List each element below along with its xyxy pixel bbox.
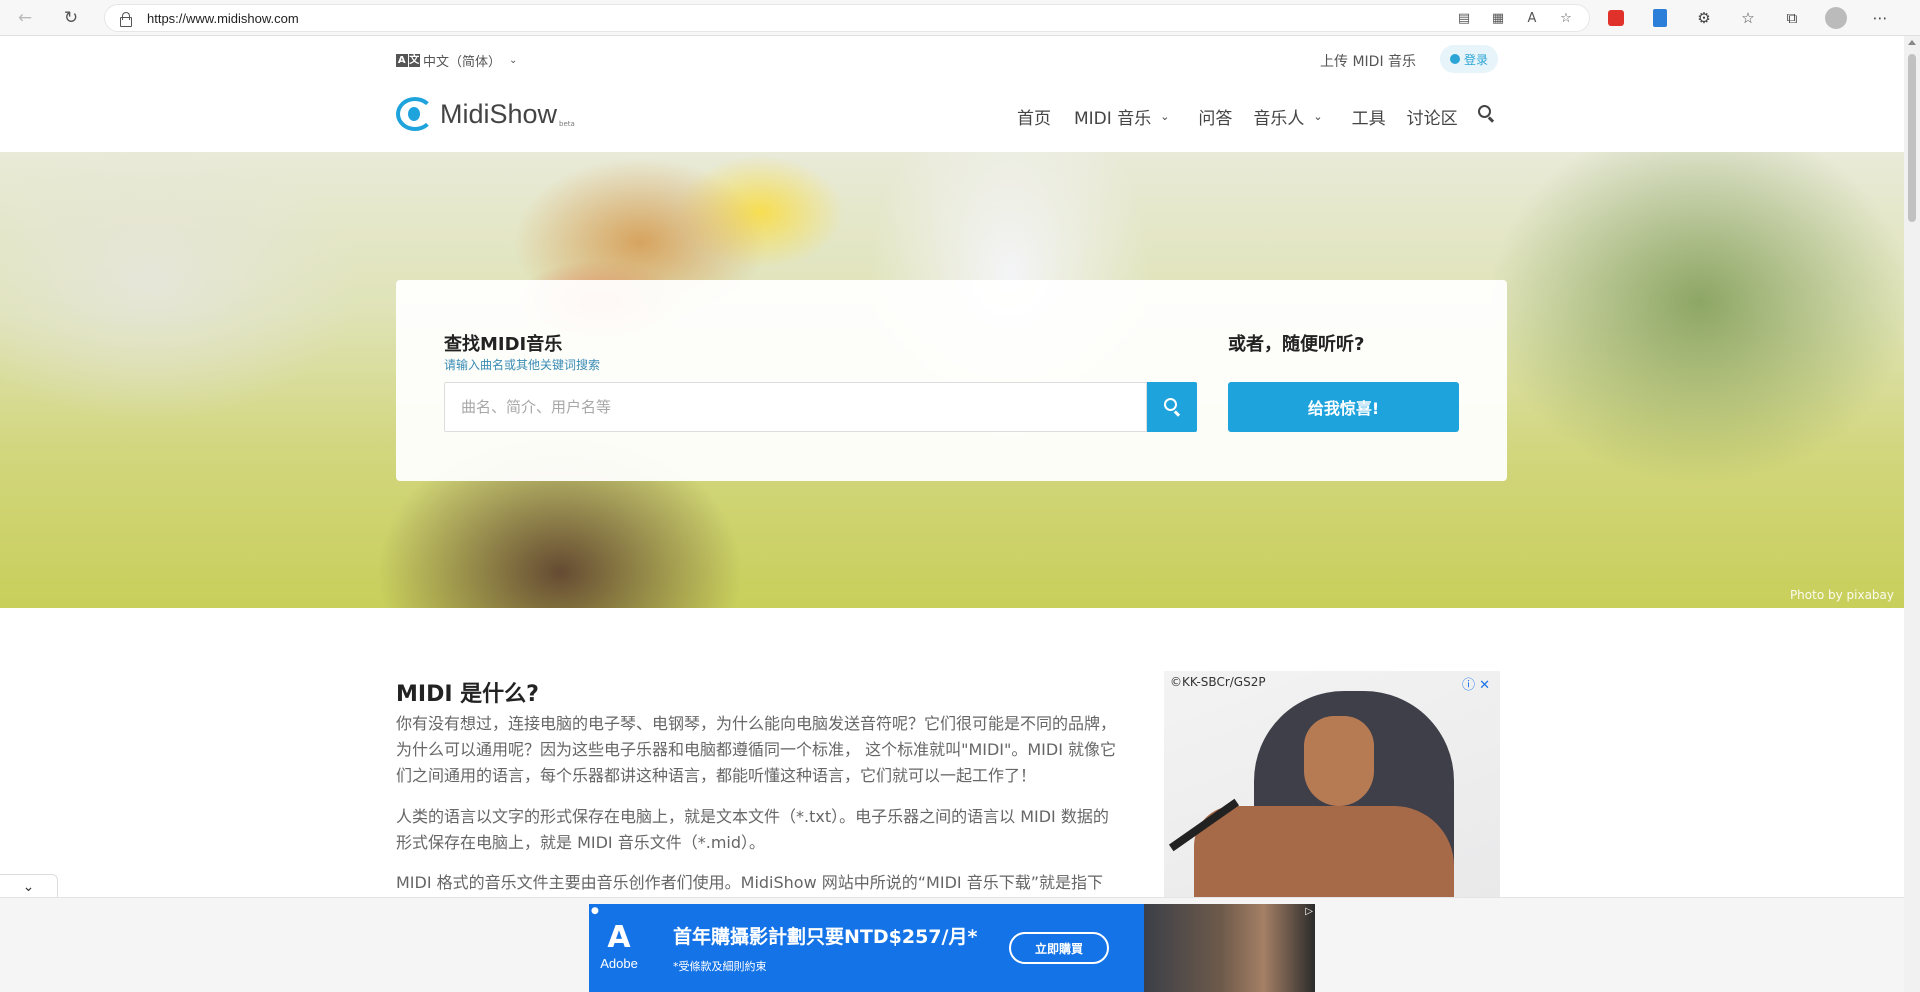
language-label: 中文（简体） bbox=[423, 55, 502, 70]
login-button[interactable]: 登录 bbox=[1440, 45, 1499, 73]
favorites-icon[interactable]: ☆ bbox=[1736, 6, 1760, 30]
paragraph: MIDI 格式的音乐文件主要由音乐创作者们使用。MidiShow 网站中所说的“… bbox=[396, 873, 1103, 892]
main-nav: 首页 MIDI 音乐 ⌄ 问答 音乐人 ⌄ 工具 讨论区 bbox=[1017, 104, 1458, 129]
nav-item-label: 问答 bbox=[1198, 109, 1233, 129]
browser-toolbar: ← ↻ https://www.midishow.com ▤ ▦ A ☆ ⚙ ☆… bbox=[0, 0, 1920, 36]
language-switcher[interactable]: A文 中文（简体） ⌄ bbox=[396, 51, 517, 70]
page-scrollbar[interactable] bbox=[1904, 36, 1920, 992]
extension-red-icon[interactable] bbox=[1604, 6, 1628, 30]
search-subtitle: 请输入曲名或其他关键词搜索 bbox=[444, 358, 601, 372]
paragraph: 你有没有想过，连接电脑的电子琴、电钢琴，为什么能向电脑发送音符呢？它们很可能是不… bbox=[396, 714, 1117, 785]
lock-icon[interactable] bbox=[119, 11, 132, 27]
nav-item-forum[interactable]: 讨论区 bbox=[1407, 104, 1458, 129]
ad-close-icon[interactable]: ⓘ ✕ bbox=[1462, 674, 1490, 693]
search-input[interactable] bbox=[444, 382, 1147, 432]
url-text[interactable]: https://www.midishow.com bbox=[147, 11, 299, 26]
favorite-add-icon[interactable]: ☆ bbox=[1557, 9, 1575, 27]
nav-item-tools[interactable]: 工具 bbox=[1352, 104, 1386, 129]
nav-item-label: MIDI 音乐 bbox=[1074, 109, 1152, 129]
profile-icon[interactable] bbox=[1824, 6, 1848, 30]
side-ad[interactable]: ©KK-SBCr/GS2P ⓘ ✕ bbox=[1164, 671, 1500, 897]
back-icon[interactable]: ← bbox=[12, 5, 38, 31]
address-bar[interactable]: https://www.midishow.com ▤ ▦ A ☆ bbox=[104, 4, 1590, 32]
adobe-logo-icon: A bbox=[607, 920, 631, 955]
search-button[interactable] bbox=[1147, 382, 1197, 432]
ad-headline: 首年購攝影計劃只要NTD$257/月* bbox=[673, 926, 978, 948]
refresh-icon[interactable]: ↻ bbox=[58, 5, 84, 31]
read-aloud-icon[interactable]: A bbox=[1523, 9, 1541, 27]
nav-item-midi-music[interactable]: MIDI 音乐 ⌄ bbox=[1074, 104, 1169, 129]
chevron-down-icon: ⌄ bbox=[509, 55, 518, 66]
immersive-reader-icon[interactable]: ▤ bbox=[1455, 9, 1473, 27]
search-icon bbox=[1164, 398, 1177, 411]
scrollbar-thumb[interactable] bbox=[1908, 54, 1916, 222]
extensions-icon[interactable]: ⚙ bbox=[1692, 6, 1716, 30]
ad-credit: ©KK-SBCr/GS2P bbox=[1170, 675, 1266, 689]
collapse-ad-button[interactable]: ⌄ bbox=[0, 874, 58, 898]
scroll-up-icon[interactable] bbox=[1908, 40, 1916, 45]
login-label: 登录 bbox=[1464, 52, 1489, 67]
extension-blue-icon[interactable] bbox=[1648, 6, 1672, 30]
page-title: MIDI 是什么? bbox=[396, 682, 539, 707]
user-icon bbox=[1450, 54, 1460, 64]
nav-item-label: 音乐人 bbox=[1253, 109, 1305, 129]
chevron-down-icon: ⌄ bbox=[22, 878, 35, 895]
nav-item-label: 首页 bbox=[1017, 109, 1051, 129]
chevron-down-icon: ⌄ bbox=[1160, 110, 1170, 123]
ad-subline: *受條款及細則約束 bbox=[673, 960, 767, 973]
paragraph: 人类的语言以文字的形式保存在电脑上，就是文本文件（*.txt）。电子乐器之间的语… bbox=[396, 807, 1109, 852]
search-title: 查找MIDI音乐 bbox=[444, 334, 563, 355]
logo-text: MidiShow bbox=[440, 98, 558, 129]
adobe-logo: A Adobe bbox=[599, 920, 639, 972]
nav-item-label: 讨论区 bbox=[1406, 109, 1458, 129]
nav-item-qa[interactable]: 问答 bbox=[1198, 104, 1232, 129]
surprise-me-button[interactable]: 给我惊喜! bbox=[1228, 382, 1459, 432]
nav-item-musicians[interactable]: 音乐人 ⌄ bbox=[1253, 104, 1322, 129]
bottom-ad[interactable]: ● A Adobe 首年購攝影計劃只要NTD$257/月* *受條款及細則約束 … bbox=[589, 904, 1315, 992]
chevron-down-icon: ⌄ bbox=[1313, 110, 1323, 123]
ad-marker-icon: ● bbox=[591, 906, 599, 916]
ad-illustration-face bbox=[1304, 716, 1374, 806]
photo-credit: Photo by pixabay bbox=[1789, 588, 1894, 602]
ad-cta-button[interactable]: 立即購買 bbox=[1009, 932, 1109, 964]
ad-info-icon[interactable]: ▷ bbox=[1305, 906, 1313, 917]
nav-item-label: 工具 bbox=[1351, 109, 1386, 129]
more-icon[interactable]: ⋯ bbox=[1868, 6, 1892, 30]
search-icon[interactable] bbox=[1478, 105, 1496, 123]
logo-badge: beta bbox=[559, 120, 575, 128]
translate-icon: A文 bbox=[396, 54, 420, 67]
adobe-brand: Adobe bbox=[600, 956, 638, 971]
ad-image: ▷ bbox=[1144, 904, 1315, 992]
collections-icon[interactable]: ⧉ bbox=[1780, 6, 1804, 30]
ad-illustration-body bbox=[1194, 806, 1454, 897]
search-card: 查找MIDI音乐 请输入曲名或其他关键词搜索 或者，随便听听? 给我惊喜! bbox=[396, 280, 1507, 481]
logo-icon bbox=[396, 97, 434, 131]
qr-icon[interactable]: ▦ bbox=[1489, 9, 1507, 27]
nav-item-home[interactable]: 首页 bbox=[1017, 104, 1051, 129]
random-title: 或者，随便听听? bbox=[1228, 334, 1365, 355]
upload-midi-link[interactable]: 上传 MIDI 音乐 bbox=[1320, 51, 1416, 71]
site-logo[interactable]: MidiShow beta bbox=[396, 97, 575, 131]
